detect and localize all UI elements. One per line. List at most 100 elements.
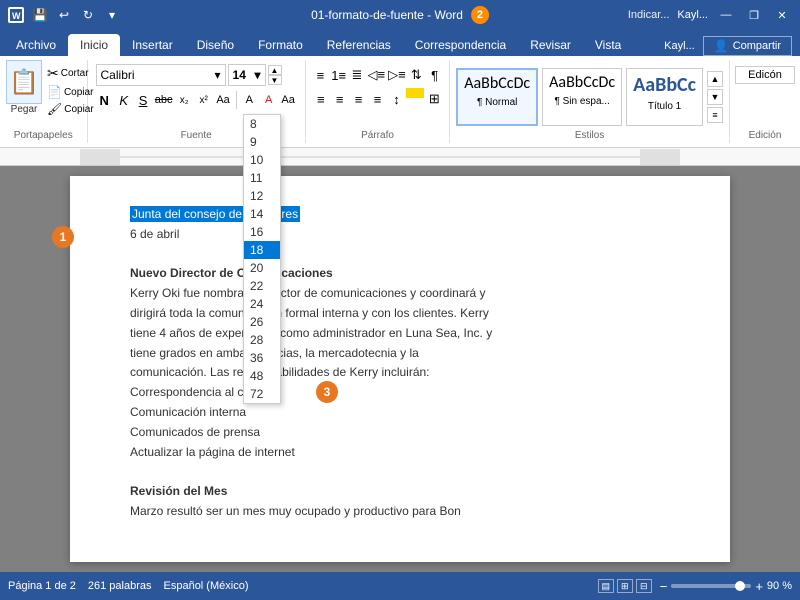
style-normal[interactable]: AaBbCcDc ¶ Normal: [456, 68, 538, 126]
size-72[interactable]: 72: [244, 385, 280, 403]
tab-referencias[interactable]: Referencias: [315, 34, 403, 56]
clipboard-label: Portapapeles: [6, 130, 81, 143]
view-read-button[interactable]: ⊟: [636, 579, 652, 593]
zoom-thumb: [735, 581, 745, 591]
title-bar-right: Indicar... Kayl... — ❐ ✕: [628, 5, 792, 25]
strikethrough-button[interactable]: abc: [154, 89, 174, 111]
doc-line-16: Marzo resultó ser un mes muy ocupado y p…: [130, 503, 670, 520]
size-14[interactable]: 14: [244, 205, 280, 223]
view-buttons: ▤ ⊞ ⊟: [598, 579, 652, 593]
tab-vista[interactable]: Vista: [583, 34, 633, 56]
align-left-button[interactable]: ≡: [312, 88, 330, 110]
step-badge-1: 1: [52, 226, 74, 248]
tab-archivo[interactable]: Archivo: [4, 34, 68, 56]
close-button[interactable]: ✕: [772, 5, 792, 25]
justify-button[interactable]: ≡: [369, 88, 387, 110]
styles-up[interactable]: ▲: [707, 71, 723, 87]
more-qat-button[interactable]: ▾: [102, 5, 122, 25]
underline-button[interactable]: S: [134, 89, 151, 111]
paragraph-group: ≡ 1≡ ≣ ◁≡ ▷≡ ⇅ ¶ ≡ ≡ ≡ ≡ ↕ ⊞ Párrafo: [306, 60, 450, 143]
tab-diseno[interactable]: Diseño: [185, 34, 246, 56]
size-10[interactable]: 10: [244, 151, 280, 169]
paragraph-label: Párrafo: [312, 130, 443, 143]
bold-button[interactable]: N: [96, 89, 113, 111]
size-22[interactable]: 22: [244, 277, 280, 295]
redo-qat-button[interactable]: ↻: [78, 5, 98, 25]
align-right-button[interactable]: ≡: [350, 88, 368, 110]
document-page: 1 Junta del consejo de directores 6 de a…: [70, 176, 730, 562]
tabs-row: Archivo Inicio Insertar Diseño Formato R…: [4, 34, 656, 56]
fontsize-dropdown[interactable]: 8 9 10 11 12 14 16 18 20 22 24 26 28 36 …: [243, 114, 281, 404]
font-size-decrease[interactable]: ▼: [268, 75, 282, 85]
size-18[interactable]: 18: [244, 241, 280, 259]
styles-scroll: ▲ ▼ ≡: [707, 71, 723, 123]
zoom-in-button[interactable]: +: [755, 579, 763, 594]
zoom-out-button[interactable]: −: [660, 579, 668, 594]
subscript-button[interactable]: x₂: [176, 89, 193, 111]
styles-down[interactable]: ▼: [707, 89, 723, 105]
doc-line-15: Revisión del Mes: [130, 483, 670, 500]
styles-row: AaBbCcDc ¶ Normal AaBbCcDc ¶ Sin espa...…: [456, 64, 723, 130]
size-16[interactable]: 16: [244, 223, 280, 241]
size-9[interactable]: 9: [244, 133, 280, 151]
style-no-spacing[interactable]: AaBbCcDc ¶ Sin espa...: [542, 68, 622, 126]
zoom-control: − + 90 %: [660, 579, 792, 594]
view-web-button[interactable]: ⊞: [617, 579, 633, 593]
highlight-color-button[interactable]: A: [241, 89, 258, 111]
ruler: [0, 148, 800, 166]
font-size-selector[interactable]: 14 ▾: [228, 64, 266, 86]
line-spacing-button[interactable]: ↕: [387, 88, 405, 110]
styles-more[interactable]: ≡: [707, 107, 723, 123]
show-marks-button[interactable]: ¶: [426, 64, 443, 86]
zoom-slider[interactable]: [671, 584, 751, 588]
size-36[interactable]: 36: [244, 349, 280, 367]
edition-button-1[interactable]: Edicón: [735, 66, 795, 84]
tab-correspondencia[interactable]: Correspondencia: [403, 34, 518, 56]
border-button[interactable]: ⊞: [425, 88, 443, 110]
decrease-indent-button[interactable]: ◁≡: [367, 64, 387, 86]
size-8[interactable]: 8: [244, 115, 280, 133]
italic-button[interactable]: K: [115, 89, 132, 111]
restore-button[interactable]: ❐: [744, 5, 764, 25]
size-20[interactable]: 20: [244, 259, 280, 277]
step-badge-2: 2: [471, 6, 489, 24]
undo-qat-button[interactable]: ↩: [54, 5, 74, 25]
size-24[interactable]: 24: [244, 295, 280, 313]
align-center-button[interactable]: ≡: [331, 88, 349, 110]
shading-button[interactable]: [406, 88, 424, 98]
doc-line-9: comunicación. Las responsabilidades de K…: [130, 364, 670, 381]
tab-revisar[interactable]: Revisar: [518, 34, 583, 56]
change-case-button[interactable]: Aa: [279, 89, 296, 111]
size-11[interactable]: 11: [244, 169, 280, 187]
title-bar-left: W 💾 ↩ ↻ ▾: [8, 5, 122, 25]
filename-label: 01-formato-de-fuente - Word: [311, 8, 463, 22]
font-row2: N K S abc x₂ x² Aa A A Aa: [96, 89, 297, 111]
view-print-button[interactable]: ▤: [598, 579, 614, 593]
step-badge-3: 3: [316, 381, 338, 403]
font-color-button[interactable]: A: [260, 89, 277, 111]
size-12[interactable]: 12: [244, 187, 280, 205]
clear-format-button[interactable]: Aa: [214, 89, 231, 111]
size-28[interactable]: 28: [244, 331, 280, 349]
superscript-button[interactable]: x²: [195, 89, 212, 111]
increase-indent-button[interactable]: ▷≡: [387, 64, 407, 86]
tab-formato[interactable]: Formato: [246, 34, 315, 56]
tab-inicio[interactable]: Inicio: [68, 34, 120, 56]
tab-insertar[interactable]: Insertar: [120, 34, 185, 56]
share-button[interactable]: 👤 Compartir: [703, 36, 792, 56]
style-title1[interactable]: AaBbCc Título 1: [626, 68, 703, 126]
multilevel-button[interactable]: ≣: [348, 64, 365, 86]
doc-line-13: Actualizar la página de internet: [130, 444, 670, 461]
size-26[interactable]: 26: [244, 313, 280, 331]
minimize-button[interactable]: —: [716, 5, 736, 25]
edition-label: Edición: [736, 130, 794, 143]
numbering-button[interactable]: 1≡: [330, 64, 347, 86]
size-48[interactable]: 48: [244, 367, 280, 385]
font-size-increase[interactable]: ▲: [268, 65, 282, 75]
font-name-selector[interactable]: Calibri ▾: [96, 64, 226, 86]
bullets-button[interactable]: ≡: [312, 64, 329, 86]
save-qat-button[interactable]: 💾: [30, 5, 50, 25]
ruler-svg: [80, 149, 680, 165]
paste-button[interactable]: 📋 Pegar: [6, 60, 42, 115]
sort-button[interactable]: ⇅: [408, 64, 425, 86]
